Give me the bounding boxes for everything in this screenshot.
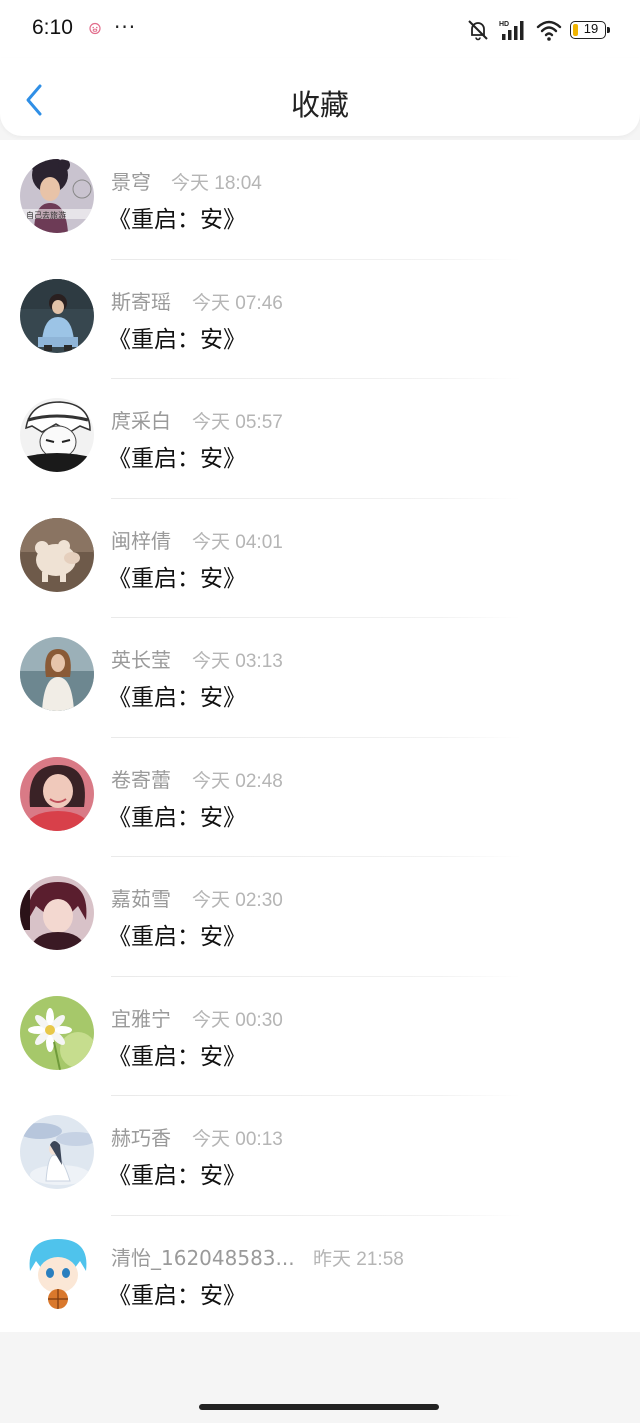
list-item[interactable]: 嘉茹雪 今天 02:30 《重启：安》 bbox=[0, 857, 640, 977]
item-time: 今天 04:01 bbox=[192, 531, 283, 553]
battery-icon: 19 bbox=[570, 21, 610, 39]
list-item[interactable]: 卷寄蕾 今天 02:48 《重启：安》 bbox=[0, 738, 640, 857]
item-author: 斯寄瑶 bbox=[111, 289, 171, 314]
girl-hat-avatar[interactable]: 自己去旅游 bbox=[20, 159, 94, 233]
battery-level bbox=[573, 24, 578, 36]
item-time: 今天 02:30 bbox=[192, 890, 283, 911]
item-time: 今天 00:13 bbox=[192, 1129, 283, 1150]
svg-text:自己去旅游: 自己去旅游 bbox=[26, 210, 66, 220]
home-indicator[interactable] bbox=[199, 1404, 439, 1410]
item-time: 今天 02:48 bbox=[192, 770, 283, 792]
pig-plush-avatar[interactable] bbox=[20, 517, 94, 592]
favorites-screen: 6:10 ··· HD 19 收藏 自己去旅游 景穹 今天 18:04 《重启：… bbox=[0, 0, 640, 1423]
list-item[interactable]: 自己去旅游 景穹 今天 18:04 《重启：安》 bbox=[0, 140, 640, 260]
item-title[interactable]: 《重启：安》 bbox=[108, 798, 246, 832]
item-author: 宜雅宁 bbox=[111, 1006, 171, 1031]
item-author: 清怡_162048583... bbox=[111, 1245, 295, 1270]
woman-portrait-avatar[interactable] bbox=[20, 756, 94, 831]
item-title[interactable]: 《重启：安》 bbox=[108, 1156, 246, 1190]
anime-boy-avatar[interactable] bbox=[20, 876, 94, 950]
anime-basketball-avatar[interactable] bbox=[20, 1234, 94, 1309]
status-icons: HD 19 bbox=[466, 18, 610, 42]
pig-notification-icon bbox=[89, 22, 101, 35]
item-title[interactable]: 《重启：安》 bbox=[108, 1037, 246, 1071]
item-title[interactable]: 《重启：安》 bbox=[108, 559, 246, 593]
item-author: 英长莹 bbox=[111, 648, 171, 672]
wifi-icon bbox=[536, 20, 562, 41]
battery-percent: 19 bbox=[583, 21, 599, 36]
woman-seaside-avatar[interactable] bbox=[20, 637, 94, 711]
item-author: 庹采白 bbox=[111, 409, 171, 433]
svg-text:HD: HD bbox=[499, 21, 509, 28]
item-time: 今天 07:46 bbox=[192, 292, 283, 314]
item-time: 今天 18:04 bbox=[171, 173, 262, 194]
list-item[interactable]: 闽梓倩 今天 04:01 《重启：安》 bbox=[0, 499, 640, 618]
item-author: 赫巧香 bbox=[111, 1126, 171, 1150]
anime-white-hair-avatar[interactable] bbox=[20, 398, 94, 472]
item-time: 今天 00:30 bbox=[192, 1009, 283, 1031]
item-author: 闽梓倩 bbox=[111, 528, 171, 553]
item-title[interactable]: 《重启：安》 bbox=[108, 678, 246, 712]
item-title[interactable]: 《重启：安》 bbox=[108, 200, 246, 234]
favorites-list: 自己去旅游 景穹 今天 18:04 《重启：安》 斯寄瑶 今天 07:46 《重… bbox=[0, 140, 640, 1332]
page-title: 收藏 bbox=[290, 88, 349, 122]
status-bar: 6:10 ··· HD 19 bbox=[0, 0, 640, 58]
item-time: 今天 05:57 bbox=[192, 412, 283, 433]
boy-sitting-avatar[interactable] bbox=[20, 278, 94, 353]
item-time: 昨天 21:58 bbox=[313, 1248, 404, 1270]
daisy-flower-avatar[interactable] bbox=[20, 995, 94, 1070]
more-notifications-icon: ··· bbox=[114, 15, 137, 39]
item-author: 嘉茹雪 bbox=[111, 887, 171, 911]
list-item[interactable]: 宜雅宁 今天 00:30 《重启：安》 bbox=[0, 977, 640, 1096]
list-item[interactable]: 赫巧香 今天 00:13 《重启：安》 bbox=[0, 1096, 640, 1216]
list-item[interactable]: 英长莹 今天 03:13 《重启：安》 bbox=[0, 618, 640, 738]
item-author: 卷寄蕾 bbox=[111, 767, 171, 792]
nav-header: 收藏 bbox=[0, 58, 640, 136]
item-author: 景穹 bbox=[111, 170, 151, 194]
item-title[interactable]: 《重启：安》 bbox=[108, 439, 246, 473]
status-time: 6:10 bbox=[32, 16, 73, 39]
signal-hd-icon: HD bbox=[499, 21, 524, 40]
list-item[interactable]: 清怡_162048583... 昨天 21:58 《重启：安》 bbox=[0, 1216, 640, 1336]
list-item[interactable]: 斯寄瑶 今天 07:46 《重启：安》 bbox=[0, 260, 640, 379]
list-item[interactable]: 庹采白 今天 05:57 《重启：安》 bbox=[0, 379, 640, 499]
item-title[interactable]: 《重启：安》 bbox=[108, 320, 246, 354]
item-time: 今天 03:13 bbox=[192, 651, 283, 672]
girl-clouds-avatar[interactable] bbox=[20, 1115, 94, 1189]
item-title[interactable]: 《重启：安》 bbox=[108, 1276, 246, 1310]
mute-icon bbox=[468, 20, 488, 41]
item-title[interactable]: 《重启：安》 bbox=[108, 917, 246, 951]
